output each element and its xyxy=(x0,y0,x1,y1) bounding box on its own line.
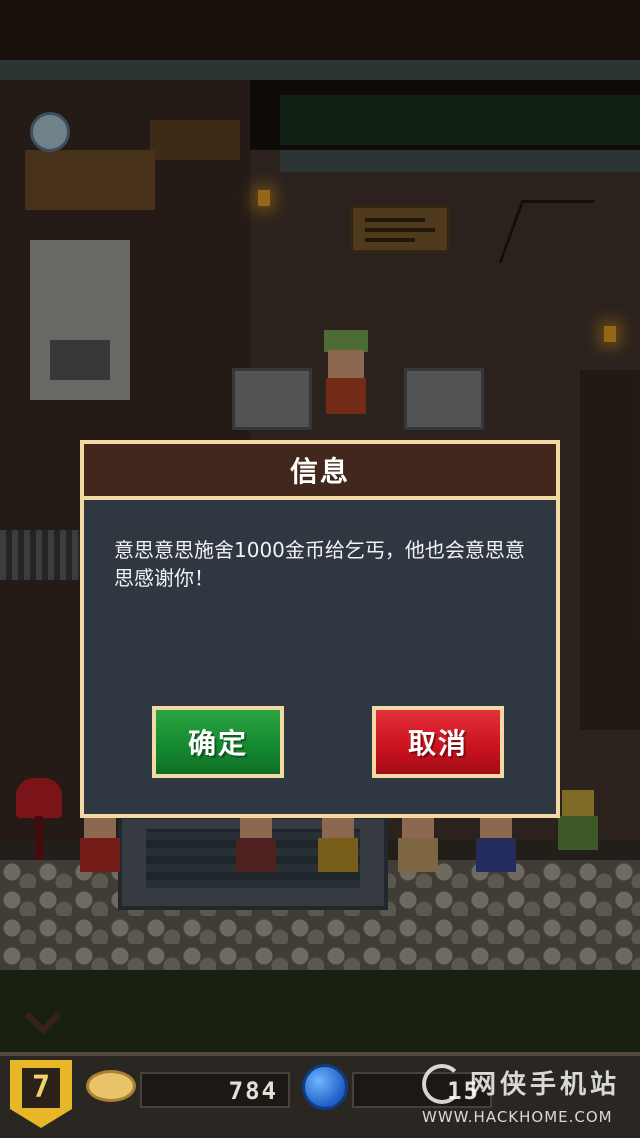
cancel-button[interactable]: 取消 xyxy=(372,706,504,778)
blue-gem-icon xyxy=(302,1064,348,1110)
dialog-title: 信息 xyxy=(289,455,350,488)
confirm-button[interactable]: 确定 xyxy=(152,706,284,778)
gold-counter: 784 xyxy=(140,1072,290,1108)
confirm-button-label: 确定 xyxy=(187,727,248,760)
gold-value: 784 xyxy=(228,1077,278,1105)
cancel-button-label: 取消 xyxy=(407,727,468,760)
gold-coin-icon xyxy=(86,1070,136,1102)
hackhome-logo-icon xyxy=(422,1064,462,1104)
game-screen: 信息 意思意思施舍1000金币给乞丐，他也会意思意思感谢你！ 确定 取消 7 7… xyxy=(0,0,640,1138)
watermark-en: WWW.HACKHOME.COM xyxy=(422,1108,613,1126)
dialog-body: 意思意思施舍1000金币给乞丐，他也会意思意思感谢你！ 确定 取消 xyxy=(80,500,560,818)
dialog-message: 意思意思施舍1000金币给乞丐，他也会意思意思感谢你！ xyxy=(114,538,525,590)
info-dialog: 信息 意思意思施舍1000金币给乞丐，他也会意思意思感谢你！ 确定 取消 xyxy=(80,440,560,818)
level-value: 7 xyxy=(22,1068,60,1108)
watermark-cn: 网侠手机站 xyxy=(470,1070,621,1100)
site-watermark: 网侠手机站 WWW.HACKHOME.COM xyxy=(418,1060,636,1132)
dialog-header: 信息 xyxy=(80,440,560,500)
